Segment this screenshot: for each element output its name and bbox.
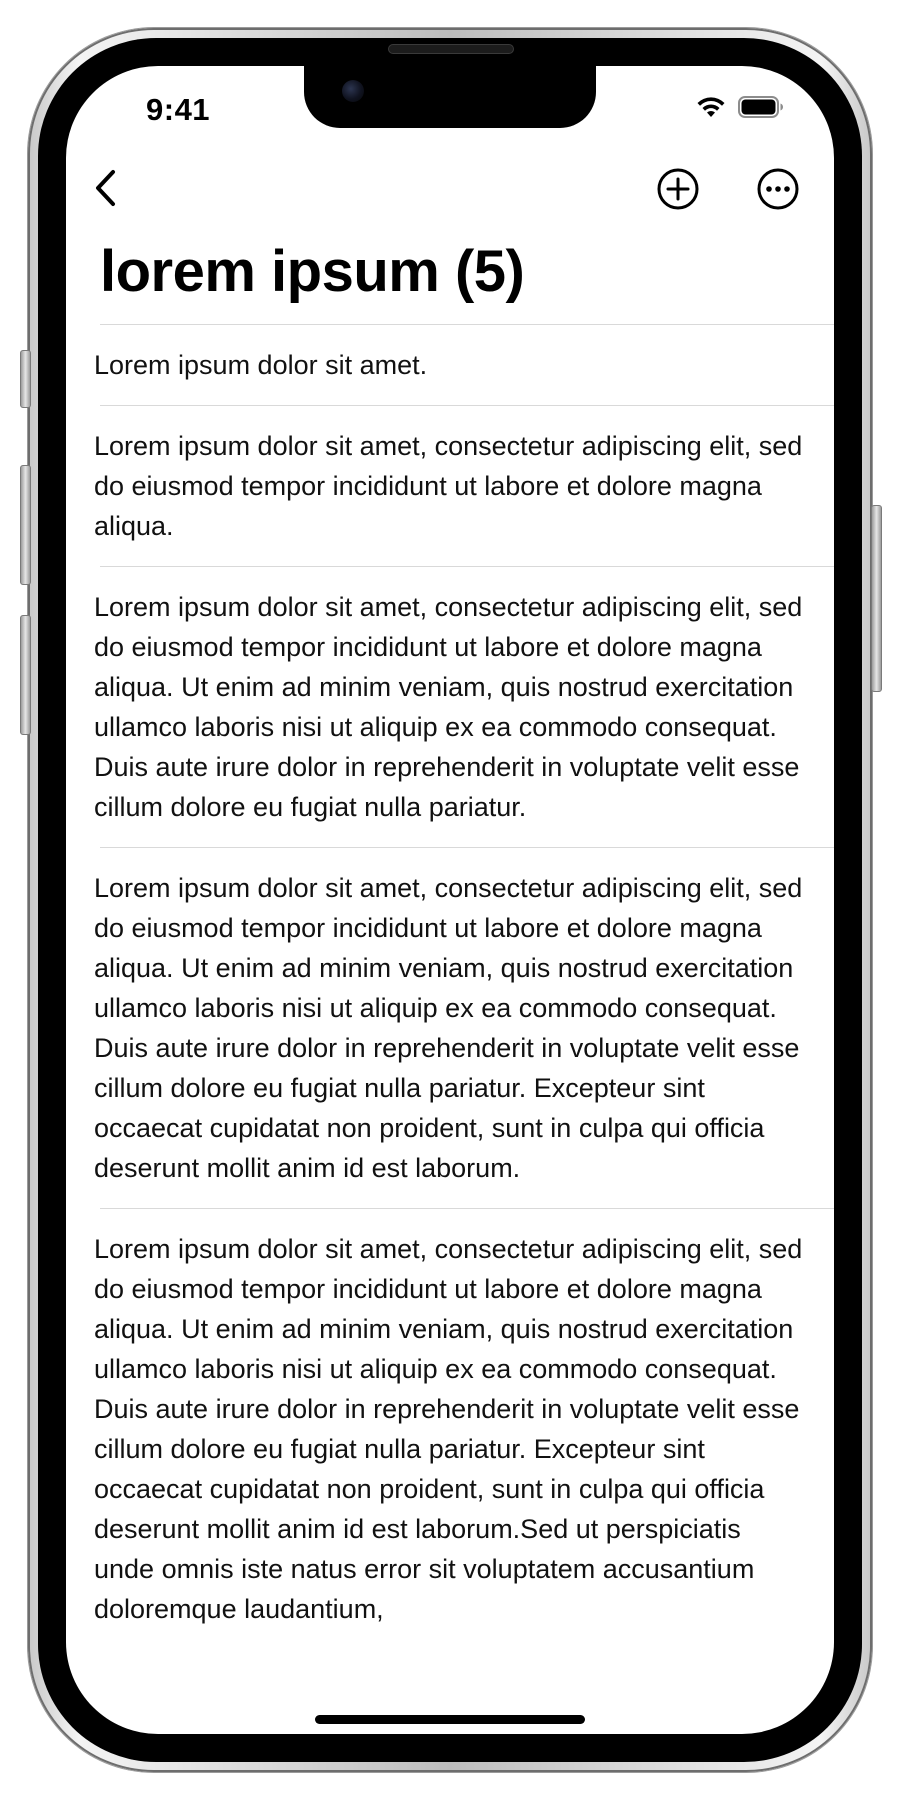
plus-circle-icon	[657, 168, 699, 210]
volume-down-button	[20, 615, 31, 735]
list-item[interactable]: Lorem ipsum dolor sit amet, consectetur …	[94, 847, 834, 1208]
add-button[interactable]	[656, 167, 700, 211]
power-button	[871, 505, 882, 692]
list-item[interactable]: Lorem ipsum dolor sit amet, consectetur …	[94, 405, 834, 566]
back-button[interactable]	[84, 164, 128, 212]
list-item-text: Lorem ipsum dolor sit amet.	[94, 350, 428, 380]
speaker-grille	[388, 44, 514, 54]
screen: 9:41 lorem ipsum (5) Lorem ipsum dolor s…	[66, 66, 834, 1734]
list-item[interactable]: Lorem ipsum dolor sit amet.	[94, 324, 834, 405]
list-item-text: Lorem ipsum dolor sit amet, consectetur …	[94, 592, 803, 822]
wifi-icon	[696, 96, 726, 123]
notes-list: Lorem ipsum dolor sit amet. Lorem ipsum …	[66, 324, 834, 1649]
status-time: 9:41	[146, 92, 211, 127]
front-camera	[342, 80, 364, 102]
silent-switch	[20, 350, 31, 408]
chevron-left-icon	[96, 170, 115, 206]
list-item[interactable]: Lorem ipsum dolor sit amet, consectetur …	[94, 1208, 834, 1649]
battery-icon	[738, 96, 784, 123]
list-item-text: Lorem ipsum dolor sit amet, consectetur …	[94, 1234, 803, 1624]
notch	[304, 66, 596, 128]
page-title: lorem ipsum (5)	[100, 239, 525, 304]
volume-up-button	[20, 465, 31, 585]
ellipsis-circle-icon	[757, 168, 799, 210]
list-item-text: Lorem ipsum dolor sit amet, consectetur …	[94, 873, 803, 1183]
home-indicator[interactable]	[315, 1715, 585, 1724]
list-item-text: Lorem ipsum dolor sit amet, consectetur …	[94, 431, 803, 541]
status-icons	[696, 96, 784, 123]
more-button[interactable]	[756, 167, 800, 211]
list-item[interactable]: Lorem ipsum dolor sit amet, consectetur …	[94, 566, 834, 847]
